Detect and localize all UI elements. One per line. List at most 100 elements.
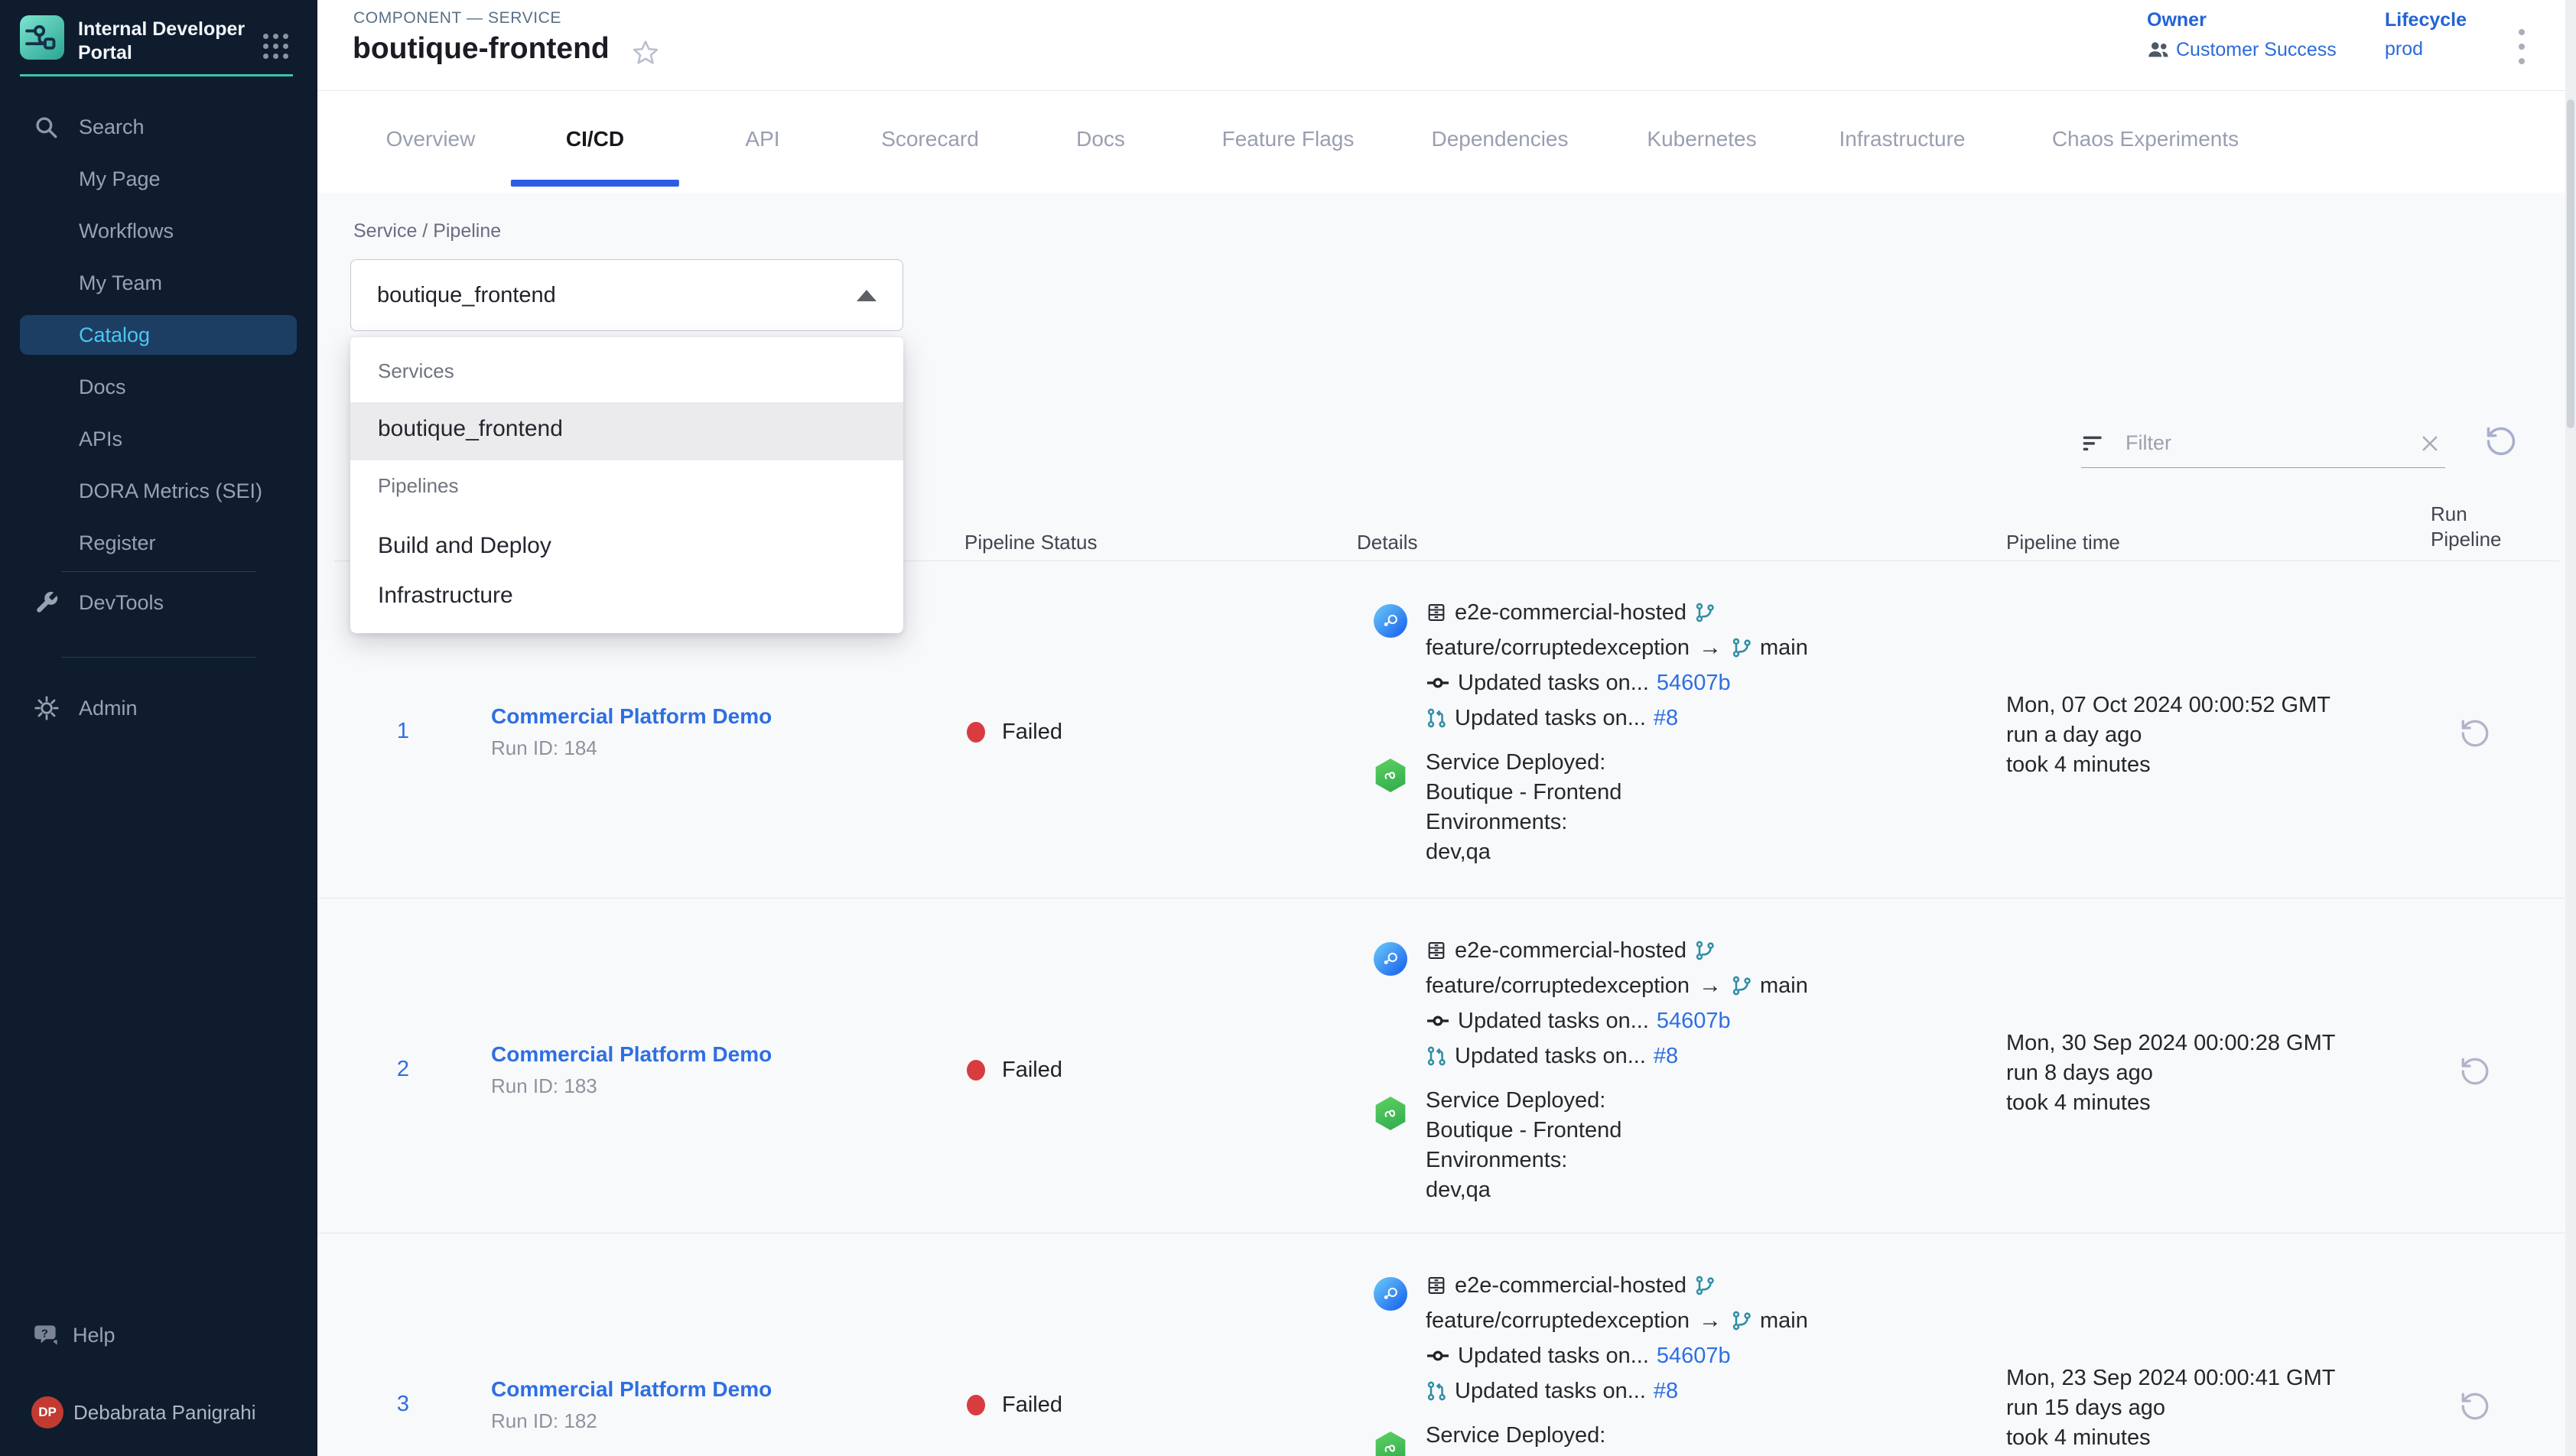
status-text: Failed xyxy=(1002,1058,1062,1083)
tab-scorecard[interactable]: Scorecard xyxy=(881,92,979,187)
favorite-star-icon[interactable] xyxy=(631,38,660,71)
source-branch[interactable]: feature/corruptedexception xyxy=(1426,973,1690,999)
pipeline-name-link[interactable]: Commercial Platform Demo xyxy=(491,1377,772,1402)
tab-docs[interactable]: Docs xyxy=(1076,92,1125,187)
owner-label: Owner xyxy=(2147,9,2337,31)
sidebar-item-devtools[interactable]: DevTools xyxy=(0,577,317,629)
target-branch[interactable]: main xyxy=(1760,973,1808,999)
owner-link[interactable]: Customer Success xyxy=(2176,39,2337,61)
tab-feature-flags[interactable]: Feature Flags xyxy=(1222,92,1355,187)
rerun-pipeline-button[interactable] xyxy=(2457,1054,2493,1089)
service-pipeline-label: Service / Pipeline xyxy=(353,220,501,242)
service-pipeline-dropdown: Services boutique_frontend Pipelines Bui… xyxy=(350,336,903,633)
commit-message: Updated tasks on... xyxy=(1458,671,1649,696)
sidebar-item-label: DORA Metrics (SEI) xyxy=(79,479,262,503)
user-menu[interactable]: DP Debabrata Panigrahi xyxy=(0,1390,317,1435)
pr-link[interactable]: #8 xyxy=(1654,1379,1678,1404)
pipeline-name-link[interactable]: Commercial Platform Demo xyxy=(491,704,772,729)
filter-input[interactable] xyxy=(2126,431,2415,455)
time-relative: run a day ago xyxy=(2006,720,2330,750)
arrow-right-icon: → xyxy=(1697,973,1723,999)
sidebar-item-search[interactable]: Search xyxy=(0,101,317,153)
git-branch-icon xyxy=(1694,602,1716,623)
more-menu-icon[interactable] xyxy=(2514,24,2529,69)
col-header-pipeline-status: Pipeline Status xyxy=(964,531,1097,554)
run-id: Run ID: 184 xyxy=(491,736,597,760)
filter-bar xyxy=(2081,419,2445,468)
app-grid-icon[interactable] xyxy=(263,34,288,59)
sidebar: Internal Developer Portal Search My Page… xyxy=(0,0,317,1456)
arrow-right-icon: → xyxy=(1697,1308,1723,1334)
pipeline-time: Mon, 07 Oct 2024 00:00:52 GMT run a day … xyxy=(2006,691,2330,780)
entity-header: COMPONENT — SERVICE boutique-frontend Ow… xyxy=(317,0,2576,91)
tab-overview[interactable]: Overview xyxy=(386,92,476,187)
repo-name[interactable]: e2e-commercial-hosted xyxy=(1455,938,1686,964)
people-icon xyxy=(2147,38,2170,61)
deploy-service: Boutique - Frontend xyxy=(1426,778,2177,808)
owner-value[interactable]: Customer Success xyxy=(2147,38,2337,61)
source-branch[interactable]: feature/corruptedexception xyxy=(1426,635,1690,661)
sidebar-item-register[interactable]: Register xyxy=(0,517,317,569)
commit-link[interactable]: 54607b xyxy=(1657,671,1731,696)
repo-icon xyxy=(1426,602,1447,623)
cicd-content: Service / Pipeline boutique_frontend Ser… xyxy=(317,193,2576,1456)
tab-infrastructure[interactable]: Infrastructure xyxy=(1839,92,1966,187)
repo-name[interactable]: e2e-commercial-hosted xyxy=(1455,1273,1686,1298)
option-infrastructure[interactable]: Infrastructure xyxy=(378,583,513,609)
clear-filter-icon[interactable] xyxy=(2415,433,2445,454)
pipeline-name-link[interactable]: Commercial Platform Demo xyxy=(491,1042,772,1067)
commit-link[interactable]: 54607b xyxy=(1657,1009,1731,1034)
app-logo-icon xyxy=(20,15,64,60)
commit-link[interactable]: 54607b xyxy=(1657,1344,1731,1369)
cd-stage-icon xyxy=(1374,1432,1407,1456)
cd-stage-icon xyxy=(1374,1097,1407,1130)
target-branch[interactable]: main xyxy=(1760,1308,1808,1334)
scrollbar-thumb[interactable] xyxy=(2567,99,2574,428)
sidebar-item-label: Catalog xyxy=(79,323,150,347)
repo-name[interactable]: e2e-commercial-hosted xyxy=(1455,600,1686,626)
sidebar-nav: Search My Page Workflows My Team Catalog… xyxy=(0,101,317,569)
commit-message: Updated tasks on... xyxy=(1458,1009,1649,1034)
sidebar-item-apis[interactable]: APIs xyxy=(0,413,317,465)
cd-stage-icon xyxy=(1374,759,1407,792)
refresh-icon[interactable] xyxy=(2483,424,2519,459)
pull-request-icon xyxy=(1426,707,1447,729)
status-text: Failed xyxy=(1002,1393,1062,1418)
sidebar-item-dora-metrics[interactable]: DORA Metrics (SEI) xyxy=(0,465,317,517)
git-branch-icon xyxy=(1694,940,1716,961)
pr-link[interactable]: #8 xyxy=(1654,706,1678,731)
commit-message: Updated tasks on... xyxy=(1458,1344,1649,1369)
sidebar-item-label: My Team xyxy=(79,271,162,295)
sidebar-item-catalog[interactable]: Catalog xyxy=(0,309,317,361)
pr-link[interactable]: #8 xyxy=(1654,1044,1678,1069)
tab-chaos-experiments[interactable]: Chaos Experiments xyxy=(2052,92,2239,187)
service-pipeline-select[interactable]: boutique_frontend xyxy=(350,259,903,331)
option-build-and-deploy[interactable]: Build and Deploy xyxy=(378,533,551,559)
sidebar-item-workflows[interactable]: Workflows xyxy=(0,205,317,257)
rerun-pipeline-button[interactable] xyxy=(2457,1389,2493,1424)
option-boutique-frontend[interactable]: boutique_frontend xyxy=(378,416,563,442)
tab-kubernetes[interactable]: Kubernetes xyxy=(1647,92,1756,187)
repo-icon xyxy=(1426,940,1447,961)
entity-tabs: Overview CI/CD API Scorecard Docs Featur… xyxy=(317,92,2576,193)
target-branch[interactable]: main xyxy=(1760,635,1808,661)
status-dot-failed xyxy=(967,722,985,743)
run-id: Run ID: 183 xyxy=(491,1074,597,1098)
sidebar-item-docs[interactable]: Docs xyxy=(0,361,317,413)
sidebar-item-help[interactable]: ? Help xyxy=(0,1309,317,1361)
page-scrollbar[interactable] xyxy=(2565,0,2576,1456)
brand[interactable]: Internal Developer Portal xyxy=(20,15,272,64)
pull-request-icon xyxy=(1426,1380,1447,1402)
tab-api[interactable]: API xyxy=(745,92,779,187)
pr-message: Updated tasks on... xyxy=(1455,1379,1646,1404)
tab-dependencies[interactable]: Dependencies xyxy=(1431,92,1568,187)
repo-icon xyxy=(1426,1275,1447,1296)
sidebar-item-my-page[interactable]: My Page xyxy=(0,153,317,205)
sidebar-item-my-team[interactable]: My Team xyxy=(0,257,317,309)
source-branch[interactable]: feature/corruptedexception xyxy=(1426,1308,1690,1334)
sidebar-item-admin[interactable]: Admin xyxy=(0,682,317,734)
rerun-pipeline-button[interactable] xyxy=(2457,716,2493,751)
run-id: Run ID: 182 xyxy=(491,1409,597,1433)
pull-request-icon xyxy=(1426,1045,1447,1067)
tab-cicd[interactable]: CI/CD xyxy=(566,92,624,187)
